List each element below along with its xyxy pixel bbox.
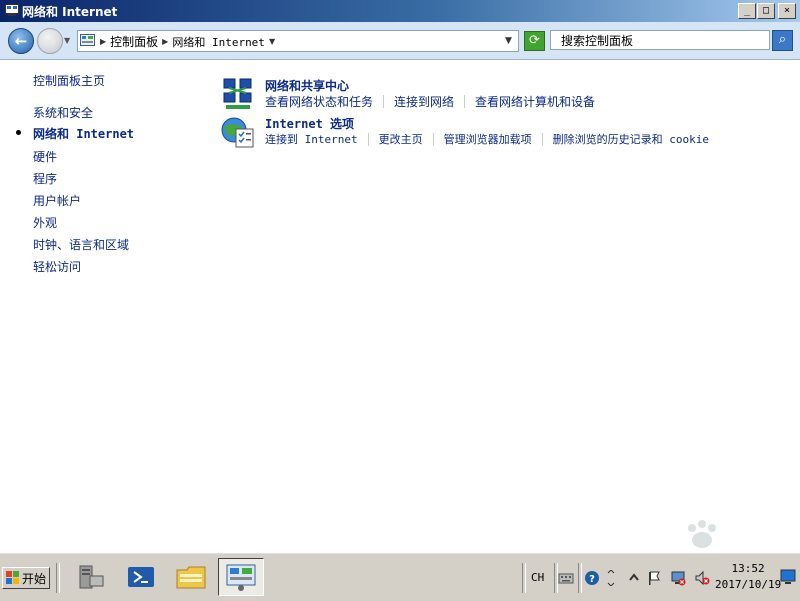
connect-to-internet-link[interactable]: 连接到 Internet [265, 131, 358, 147]
clock-date: 2017/10/19 [715, 578, 782, 591]
title-bar[interactable]: 网络和 Internet _ □ × [0, 0, 800, 22]
link-divider [367, 132, 369, 146]
network-status-icon[interactable] [670, 570, 686, 586]
current-item-bullet [16, 130, 21, 135]
breadcrumb-separator-icon[interactable]: ▶ [100, 37, 106, 46]
delete-history-link[interactable]: 删除浏览的历史记录和 cookie [553, 131, 709, 147]
address-dropdown-icon[interactable]: ▼ [505, 36, 512, 46]
link-divider [464, 95, 466, 108]
history-dropdown-icon[interactable]: ▼ [64, 36, 70, 45]
sidebar-item-network-internet[interactable]: 网络和 Internet [33, 125, 134, 142]
clock[interactable]: 13:52 2017/10/19 [715, 561, 781, 593]
view-network-computers-link[interactable]: 查看网络计算机和设备 [475, 93, 595, 110]
maximize-button[interactable]: □ [757, 3, 775, 19]
network-sharing-icon [223, 78, 252, 109]
server-manager-icon [79, 565, 104, 589]
language-indicator[interactable]: CH [531, 571, 544, 584]
network-sharing-center-link[interactable]: 网络和共享中心 [265, 77, 349, 94]
clock-time: 13:52 [731, 562, 765, 575]
baidu-watermark-logo [688, 520, 716, 548]
address-bar[interactable]: ▶ 控制面板 ▶ 网络和 Internet ▼ [77, 30, 519, 52]
show-desktop-icon[interactable] [780, 567, 796, 587]
refresh-icon: ⟳ [529, 33, 540, 48]
start-button[interactable]: 开始 [2, 567, 50, 589]
taskbar-control-panel[interactable] [218, 558, 264, 596]
start-label: 开始 [22, 571, 47, 586]
search-button[interactable]: ⌕ [772, 30, 793, 51]
search-input[interactable]: 搜索控制面板 [550, 30, 770, 50]
arrow-left-icon: ← [14, 32, 28, 50]
sidebar-item-system-security[interactable]: 系统和安全 [33, 104, 93, 121]
search-icon: ⌕ [778, 32, 787, 47]
network-window-icon [5, 4, 19, 16]
breadcrumb-separator-icon[interactable]: ▶ [162, 37, 168, 46]
control-panel-small-icon [80, 34, 95, 46]
system-tray: CH ? 13:52 2017/10/19 [522, 559, 800, 597]
taskbar-explorer[interactable] [172, 559, 210, 595]
manage-addons-link[interactable]: 管理浏览器加载项 [444, 131, 532, 147]
taskbar-powershell[interactable] [122, 559, 160, 595]
sidebar-item-appearance[interactable]: 外观 [33, 214, 57, 231]
link-divider [541, 132, 543, 146]
arrow-right-icon: → [43, 32, 57, 50]
sidebar-item-home[interactable]: 控制面板主页 [33, 72, 105, 89]
minimize-button[interactable]: _ [738, 3, 756, 19]
view-network-status-link[interactable]: 查看网络状态和任务 [265, 93, 373, 110]
close-button[interactable]: × [778, 3, 796, 19]
sidebar-item-programs[interactable]: 程序 [33, 170, 57, 187]
breadcrumb-control-panel[interactable]: 控制面板 [110, 33, 158, 50]
control-panel-icon [226, 564, 256, 591]
speaker-muted-icon[interactable] [694, 570, 710, 586]
connect-to-network-link[interactable]: 连接到网络 [394, 93, 454, 110]
keyboard-icon[interactable] [558, 570, 574, 586]
options-icon[interactable] [606, 570, 616, 586]
show-hidden-icons-icon[interactable] [626, 570, 642, 586]
change-homepage-link[interactable]: 更改主页 [379, 131, 423, 147]
taskbar: 开始 CH ? 13:52 2017/10/19 [0, 552, 800, 601]
internet-options-icon [221, 117, 254, 148]
sidebar-item-hardware[interactable]: 硬件 [33, 148, 57, 165]
windows-logo-icon [6, 571, 19, 584]
back-button[interactable]: ← [8, 28, 34, 54]
link-divider [432, 132, 434, 146]
taskbar-separator [56, 563, 60, 593]
link-divider [383, 95, 385, 108]
tray-separator [578, 563, 582, 593]
tray-separator [522, 563, 526, 593]
svg-text:?: ? [589, 574, 595, 585]
content-area: 控制面板主页 系统和安全 网络和 Internet 硬件 程序 用户帐户 外观 … [0, 60, 800, 552]
powershell-icon [128, 567, 154, 587]
action-center-flag-icon[interactable] [646, 570, 662, 586]
sidebar-item-ease-of-access[interactable]: 轻松访问 [33, 258, 81, 275]
navigation-bar: ← → ▼ ▶ 控制面板 ▶ 网络和 Internet ▼ ▼ ⟳ 搜索控制面板… [0, 22, 800, 60]
refresh-button[interactable]: ⟳ [524, 31, 545, 51]
breadcrumb-network-internet[interactable]: 网络和 Internet [172, 34, 265, 50]
help-icon[interactable]: ? [584, 570, 600, 586]
sidebar-item-clock-region[interactable]: 时钟、语言和区域 [33, 236, 129, 253]
internet-options-link[interactable]: Internet 选项 [265, 115, 354, 132]
window-title: 网络和 Internet [22, 5, 118, 19]
forward-button[interactable]: → [37, 28, 63, 54]
explorer-icon [176, 566, 206, 589]
taskbar-server-manager[interactable] [72, 559, 110, 595]
sidebar-item-user-accounts[interactable]: 用户帐户 [33, 192, 81, 209]
breadcrumb-dropdown-icon[interactable]: ▼ [269, 37, 275, 46]
